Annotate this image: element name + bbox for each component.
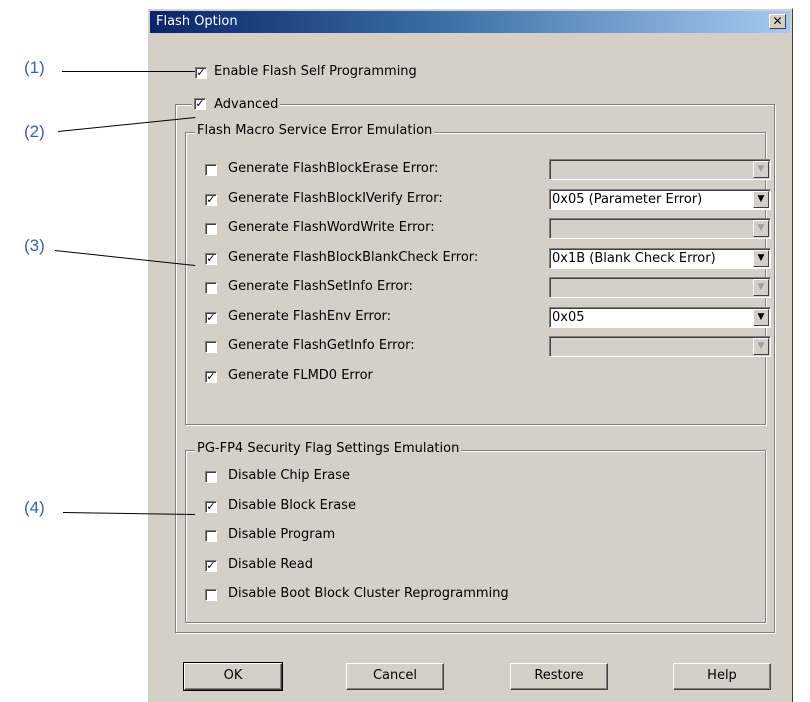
check-icon: ✓	[196, 66, 206, 79]
macro-item-label: Generate FlashBlockIVerify Error:	[228, 191, 443, 206]
macro-error-group-title: Flash Macro Service Error Emulation	[195, 123, 435, 138]
check-icon: ✓	[206, 252, 216, 265]
macro-item-error-select[interactable]: 0x1B (Blank Check Error) ▼	[549, 248, 771, 269]
security-item-label: Disable Program	[228, 527, 336, 542]
enable-self-programming-label: Enable Flash Self Programming	[214, 64, 417, 79]
callout-leader-line	[62, 71, 195, 72]
macro-item-checkbox[interactable]	[205, 282, 217, 294]
macro-item-error-select[interactable]: 0x05 ▼	[549, 307, 771, 328]
check-icon: ✓	[206, 193, 216, 206]
macro-item-checkbox[interactable]	[205, 341, 217, 353]
advanced-group-header: ✓ Advanced	[192, 96, 281, 112]
security-item-label: Disable Read	[228, 557, 314, 572]
check-icon: ✓	[206, 370, 216, 383]
check-icon: ✓	[206, 311, 216, 324]
security-item-checkbox[interactable]: ✓	[205, 560, 217, 572]
chevron-down-icon[interactable]: ▼	[753, 191, 769, 208]
macro-item-checkbox[interactable]: ✓	[205, 194, 217, 206]
macro-item-error-select[interactable]: 0x05 (Parameter Error) ▼	[549, 189, 771, 210]
chevron-down-icon[interactable]: ▼	[753, 161, 769, 178]
macro-item-checkbox[interactable]: ✓	[205, 253, 217, 265]
check-icon: ✓	[206, 500, 216, 513]
close-icon[interactable]: ✕	[769, 14, 786, 29]
check-icon: ✓	[206, 559, 216, 572]
restore-button[interactable]: Restore	[510, 663, 608, 690]
macro-item-label: Generate FlashBlockBlankCheck Error:	[228, 250, 479, 265]
ok-button[interactable]: OK	[183, 662, 283, 691]
security-item-checkbox[interactable]: ✓	[205, 501, 217, 513]
macro-item-label: Generate FLMD0 Error	[228, 368, 373, 383]
advanced-label: Advanced	[214, 97, 279, 112]
macro-item-error-select[interactable]: ▼	[549, 218, 771, 239]
security-item-label: Disable Chip Erase	[228, 468, 350, 483]
help-button[interactable]: Help	[673, 663, 771, 690]
macro-item-checkbox[interactable]: ✓	[205, 371, 217, 383]
macro-item-label: Generate FlashSetInfo Error:	[228, 279, 413, 294]
macro-item-checkbox[interactable]: ✓	[205, 312, 217, 324]
flash-option-dialog: Flash Option ✕ ✓ Enable Flash Self Progr…	[147, 8, 793, 702]
callout-4: (4)	[24, 498, 45, 517]
security-item-checkbox[interactable]	[205, 530, 217, 542]
callout-1: (1)	[24, 58, 45, 77]
macro-item-label: Generate FlashGetInfo Error:	[228, 338, 415, 353]
select-value: 0x05	[552, 310, 585, 325]
security-flags-group-title: PG-FP4 Security Flag Settings Emulation	[195, 441, 462, 456]
macro-item-label: Generate FlashEnv Error:	[228, 309, 392, 324]
macro-item-error-select[interactable]: ▼	[549, 336, 771, 357]
chevron-down-icon[interactable]: ▼	[753, 309, 769, 326]
check-icon: ✓	[195, 96, 205, 110]
macro-item-checkbox[interactable]	[205, 164, 217, 176]
advanced-checkbox[interactable]: ✓	[194, 96, 206, 110]
chevron-down-icon[interactable]: ▼	[753, 279, 769, 296]
select-value: 0x05 (Parameter Error)	[552, 192, 703, 207]
title-bar[interactable]: Flash Option ✕	[150, 11, 790, 33]
macro-item-error-select[interactable]: ▼	[549, 277, 771, 298]
security-item-checkbox[interactable]	[205, 589, 217, 601]
security-item-label: Disable Block Erase	[228, 498, 356, 513]
cancel-button[interactable]: Cancel	[346, 663, 444, 690]
window-title: Flash Option	[156, 14, 238, 29]
chevron-down-icon[interactable]: ▼	[753, 250, 769, 267]
callout-3: (3)	[24, 236, 45, 255]
chevron-down-icon[interactable]: ▼	[753, 338, 769, 355]
security-item-checkbox[interactable]	[205, 471, 217, 483]
enable-self-programming-checkbox[interactable]: ✓	[195, 67, 207, 79]
macro-item-checkbox[interactable]	[205, 223, 217, 235]
macro-item-label: Generate FlashWordWrite Error:	[228, 220, 435, 235]
macro-item-error-select[interactable]: ▼	[549, 159, 771, 180]
chevron-down-icon[interactable]: ▼	[753, 220, 769, 237]
security-item-label: Disable Boot Block Cluster Reprogramming	[228, 586, 509, 601]
macro-item-label: Generate FlashBlockErase Error:	[228, 161, 439, 176]
callout-2: (2)	[24, 122, 45, 141]
select-value: 0x1B (Blank Check Error)	[552, 251, 716, 266]
